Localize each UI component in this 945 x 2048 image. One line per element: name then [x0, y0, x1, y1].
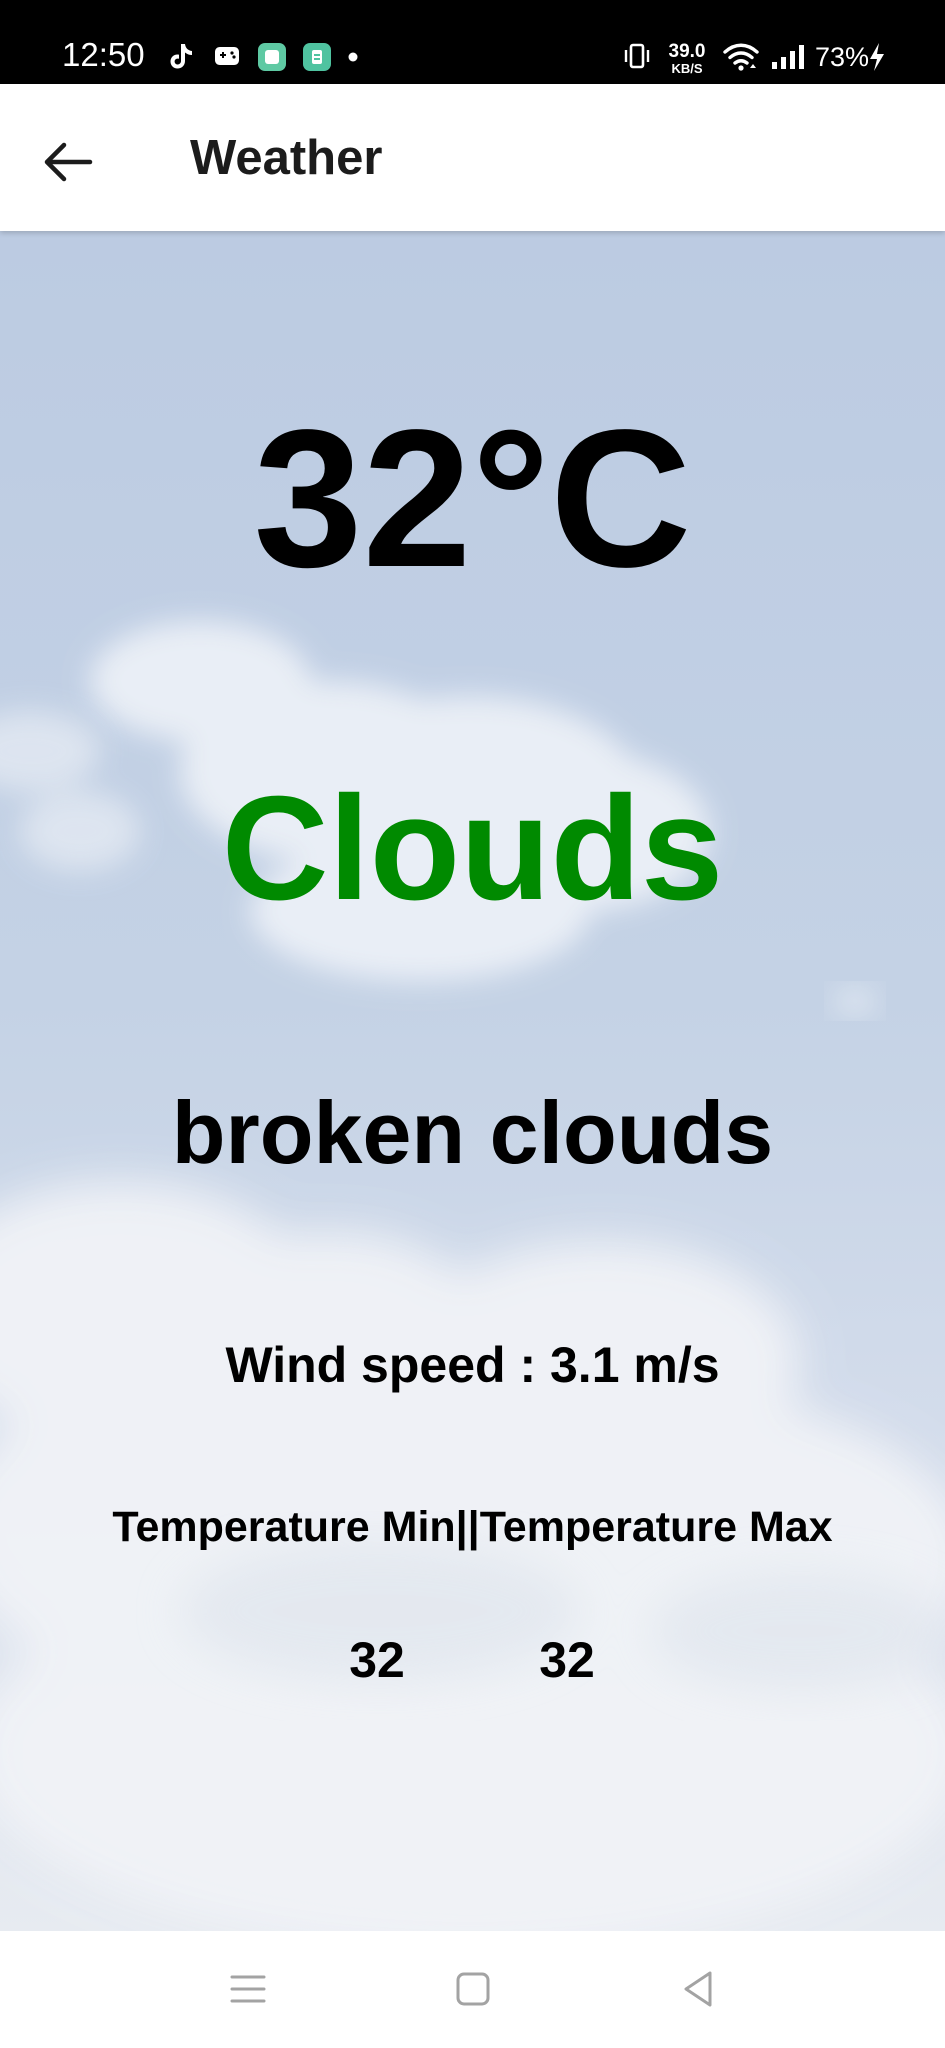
temperature-min-value: 32 [349, 1632, 405, 1688]
vibrate-icon [624, 43, 650, 69]
recent-apps-button[interactable] [224, 1965, 272, 2013]
system-back-button[interactable] [674, 1965, 722, 2013]
app-icon [258, 43, 286, 71]
temperature-minmax-label: Temperature Min||Temperature Max [112, 1503, 833, 1551]
status-bar: 12:50 39.0 KB/S 73% [0, 0, 945, 84]
current-temperature: 32°C [253, 389, 692, 608]
network-speed: 39.0 KB/S [662, 42, 712, 75]
weather-condition: Clouds [221, 766, 724, 931]
system-nav-bar [0, 1931, 945, 2048]
tiktok-icon [170, 44, 192, 69]
wind-speed: Wind speed : 3.1 m/s [225, 1337, 720, 1393]
app-bar: Weather [0, 84, 945, 231]
game-controller-icon [215, 47, 239, 65]
charging-icon [870, 43, 884, 71]
home-button[interactable] [449, 1965, 497, 2013]
network-speed-unit: KB/S [671, 61, 703, 76]
dot-icon [348, 52, 358, 62]
network-speed-value: 39.0 [668, 41, 706, 62]
status-time: 12:50 [62, 36, 145, 73]
battery-level: 73% [815, 42, 870, 72]
temperature-max-value: 32 [539, 1632, 595, 1688]
menu-icon [230, 1975, 266, 2003]
screen: 12:50 39.0 KB/S 73% Weather 32°C Clouds … [0, 0, 945, 2048]
weather-content: 32°C Clouds broken clouds Wind speed : 3… [0, 231, 945, 1931]
weather-description: broken clouds [171, 1083, 774, 1182]
back-button[interactable] [38, 132, 98, 192]
back-icon [684, 1971, 712, 2007]
home-icon [456, 1972, 490, 2006]
app-icon [303, 43, 331, 71]
signal-icon [772, 45, 804, 69]
page-title: Weather [190, 131, 383, 185]
arrow-left-icon [44, 142, 93, 182]
wifi-icon [723, 43, 759, 71]
